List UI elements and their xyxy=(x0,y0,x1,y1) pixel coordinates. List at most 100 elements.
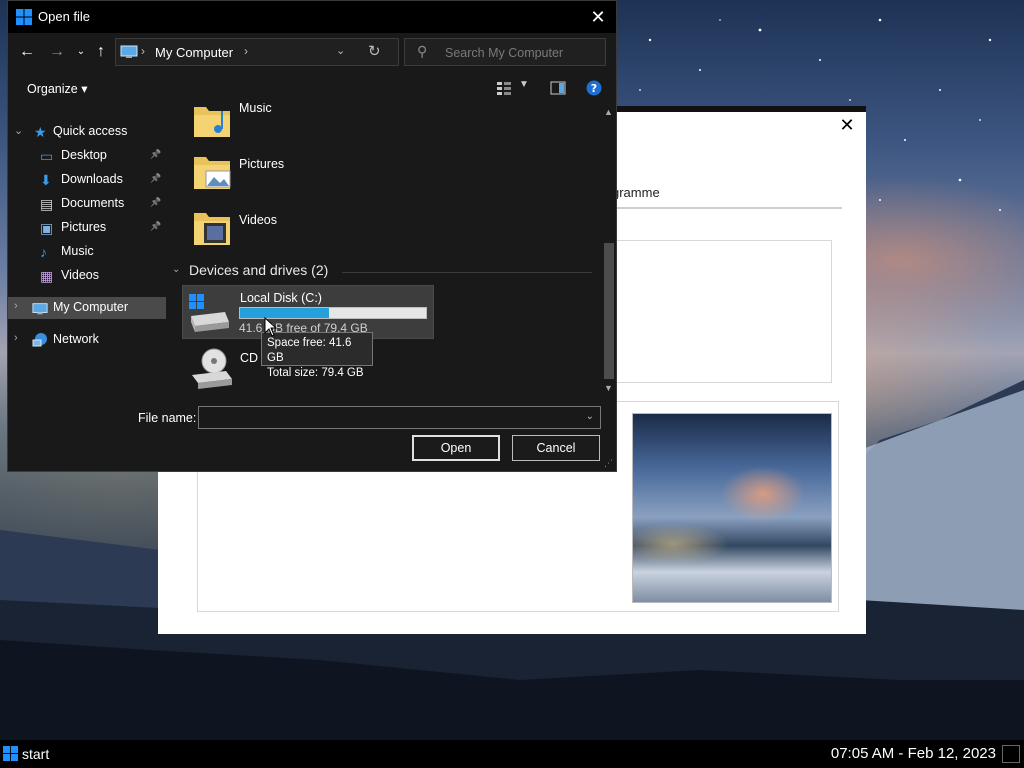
tooltip-space-free: Space free: 41.6 GB xyxy=(267,337,352,364)
expand-chevron-icon[interactable]: ⌄ xyxy=(14,124,23,137)
pin-icon[interactable]: 📌 xyxy=(150,197,161,208)
breadcrumb-separator-icon: › xyxy=(141,44,145,58)
file-list-pane: Music Pictures Videos ⌄ Devices and driv… xyxy=(166,103,602,397)
recent-locations-chevron-icon[interactable]: ⌄ xyxy=(70,41,92,63)
background-close-button[interactable]: ✕ xyxy=(836,114,858,136)
sidebar-item-label: My Computer xyxy=(53,300,129,314)
videos-folder-icon xyxy=(194,213,230,245)
downloads-icon: ⬇ xyxy=(40,172,52,188)
search-placeholder[interactable]: Search My Computer xyxy=(445,46,563,60)
scroll-down-icon[interactable]: ▼ xyxy=(604,383,613,393)
drive-item-local-disk-c[interactable]: Local Disk (C:) 41.6 GB free of 79.4 GB xyxy=(182,285,434,339)
organize-menu[interactable]: Organize ▾ xyxy=(27,81,87,96)
sidebar-item-label: Pictures xyxy=(61,220,107,234)
preview-pane-icon[interactable] xyxy=(550,80,566,96)
folder-label: Pictures xyxy=(239,157,285,171)
videos-icon: ▦ xyxy=(40,268,54,284)
folder-label: Music xyxy=(239,103,272,115)
drive-tooltip: Space free: 41.6 GB Total size: 79.4 GB xyxy=(261,332,373,379)
show-desktop-button[interactable] xyxy=(1002,745,1020,763)
network-icon xyxy=(32,333,47,347)
windows-logo-icon xyxy=(16,9,32,25)
breadcrumb-my-computer[interactable]: My Computer xyxy=(155,45,233,60)
sidebar-item-network[interactable]: › Network xyxy=(8,329,166,351)
cancel-button[interactable]: Cancel xyxy=(512,435,600,461)
address-bar[interactable]: › My Computer › ⌄ ↻ xyxy=(115,38,399,66)
mouse-pointer-icon xyxy=(264,317,278,337)
sidebar-item-label: Desktop xyxy=(61,148,107,162)
up-arrow-icon[interactable]: ↑ xyxy=(90,41,112,63)
navigation-bar: ← → ⌄ ↑ › My Computer › ⌄ ↻ ⚲ Search My … xyxy=(8,33,616,73)
music-folder-icon xyxy=(194,107,230,137)
organize-label: Organize xyxy=(27,82,78,96)
taskbar: start 07:05 AM - Feb 12, 2023 xyxy=(0,740,1024,768)
open-button[interactable]: Open xyxy=(412,435,500,461)
search-box[interactable]: ⚲ Search My Computer xyxy=(404,38,606,66)
pin-icon[interactable]: 📌 xyxy=(150,173,161,184)
file-name-label: File name: xyxy=(138,411,197,425)
breadcrumb-chevron-icon[interactable]: › xyxy=(244,44,248,58)
sidebar-item-downloads[interactable]: ⬇ Downloads 📌 xyxy=(8,169,166,191)
pin-icon[interactable]: 📌 xyxy=(150,221,161,232)
windows-logo-icon xyxy=(3,746,18,761)
address-dropdown-icon[interactable]: ⌄ xyxy=(336,44,345,57)
open-file-dialog: Open file ✕ ← → ⌄ ↑ › My Computer › ⌄ ↻ … xyxy=(7,0,617,472)
music-icon: ♪ xyxy=(40,244,47,260)
vertical-scrollbar[interactable]: ▲ ▼ xyxy=(602,103,616,397)
expand-chevron-icon[interactable]: › xyxy=(14,300,18,312)
background-panel xyxy=(610,240,832,383)
file-name-input[interactable]: ⌄ xyxy=(198,406,601,429)
wallpaper-preview-image xyxy=(632,413,832,603)
dialog-title: Open file xyxy=(38,9,91,24)
sidebar-item-label: Documents xyxy=(61,196,125,210)
chevron-down-icon[interactable]: ⌄ xyxy=(586,411,594,422)
sidebar-item-videos[interactable]: ▦ Videos xyxy=(8,265,166,287)
pictures-folder-icon xyxy=(194,157,231,189)
search-icon: ⚲ xyxy=(417,43,428,59)
group-header-devices[interactable]: Devices and drives (2) xyxy=(189,262,328,278)
disk-usage-fill xyxy=(240,308,329,318)
background-tab-underline xyxy=(612,207,842,209)
start-label: start xyxy=(22,746,50,762)
folder-label: Videos xyxy=(239,213,277,227)
documents-icon: ▤ xyxy=(40,196,54,212)
sidebar-item-label: Downloads xyxy=(61,172,123,186)
pictures-icon: ▣ xyxy=(40,220,54,236)
expand-chevron-icon[interactable]: › xyxy=(14,332,18,344)
desktop-icon: ▭ xyxy=(40,148,54,164)
back-arrow-icon[interactable]: ← xyxy=(16,41,38,63)
sidebar-item-quick-access[interactable]: ⌄ ★ Quick access xyxy=(8,121,166,143)
view-options-icon[interactable] xyxy=(496,80,512,96)
hard-drive-icon xyxy=(189,294,229,332)
close-button[interactable]: ✕ xyxy=(586,5,610,29)
scrollbar-thumb[interactable] xyxy=(604,243,614,379)
tooltip-total-size: Total size: 79.4 GB xyxy=(267,367,364,379)
refresh-icon[interactable]: ↻ xyxy=(368,42,381,60)
sidebar-item-label: Network xyxy=(53,332,99,346)
group-divider xyxy=(342,272,592,273)
star-icon: ★ xyxy=(34,124,47,140)
sidebar-item-label: Videos xyxy=(61,268,99,282)
dialog-footer: File name: ⌄ Open Cancel ⋰ xyxy=(8,397,616,471)
clock[interactable]: 07:05 AM - Feb 12, 2023 xyxy=(831,745,996,762)
computer-icon xyxy=(32,303,48,315)
dialog-titlebar[interactable]: Open file ✕ xyxy=(8,1,616,33)
sidebar-item-label: Quick access xyxy=(53,124,128,138)
collapse-chevron-icon[interactable]: ⌄ xyxy=(172,264,180,275)
resize-grip-icon[interactable]: ⋰ xyxy=(604,458,613,469)
forward-arrow-icon[interactable]: → xyxy=(46,41,68,63)
pin-icon[interactable]: 📌 xyxy=(150,149,161,160)
computer-icon xyxy=(120,45,138,58)
sidebar-item-pictures[interactable]: ▣ Pictures 📌 xyxy=(8,217,166,239)
scroll-up-icon[interactable]: ▲ xyxy=(604,107,613,117)
navigation-pane: ⌄ ★ Quick access ▭ Desktop 📌 ⬇ Downloads 📌 ▤ Do… xyxy=(8,103,166,397)
help-icon[interactable]: ? xyxy=(586,80,602,96)
cd-drive-icon xyxy=(192,348,232,389)
command-toolbar: Organize ▾ ▼ ? xyxy=(8,73,616,103)
sidebar-item-music[interactable]: ♪ Music xyxy=(8,241,166,263)
background-tab-label: gramme xyxy=(612,185,660,200)
sidebar-item-documents[interactable]: ▤ Documents 📌 xyxy=(8,193,166,215)
view-dropdown-icon[interactable]: ▼ xyxy=(519,79,529,90)
sidebar-item-my-computer[interactable]: › My Computer xyxy=(8,297,166,319)
sidebar-item-desktop[interactable]: ▭ Desktop 📌 xyxy=(8,145,166,167)
